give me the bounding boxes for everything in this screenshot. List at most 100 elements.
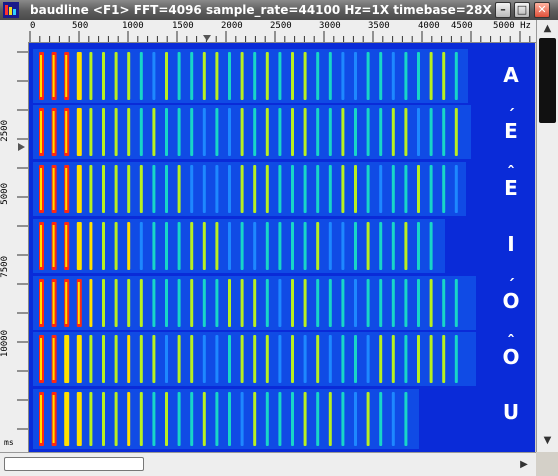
harmonic-line bbox=[190, 52, 194, 100]
harmonic-core bbox=[65, 111, 68, 153]
harmonic-line bbox=[328, 165, 332, 213]
harmonic-line bbox=[215, 335, 219, 383]
harmonic-line bbox=[190, 279, 194, 327]
harmonic-line bbox=[404, 222, 408, 270]
harmonic-line bbox=[429, 222, 433, 270]
harmonic-line bbox=[303, 222, 307, 270]
harmonic-line bbox=[253, 279, 257, 327]
harmonic-line bbox=[278, 222, 282, 270]
harmonic-line bbox=[429, 52, 433, 100]
vowel-letter: U bbox=[502, 400, 520, 424]
time-ruler[interactable]: 2500 5000 7500 10000 ms bbox=[0, 42, 29, 452]
harmonic-line bbox=[215, 222, 219, 270]
harmonic-line bbox=[417, 279, 420, 327]
harmonic-core bbox=[77, 225, 80, 267]
harmonic-line bbox=[303, 52, 307, 100]
harmonic-core bbox=[65, 395, 68, 443]
harmonic-line bbox=[102, 335, 105, 383]
harmonic-line bbox=[215, 52, 219, 100]
vertical-scrollbar[interactable]: ▲ ▼ bbox=[536, 20, 558, 452]
harmonic-line bbox=[366, 335, 370, 383]
harmonic-line bbox=[278, 392, 282, 446]
harmonic-line bbox=[240, 165, 244, 213]
scrollbar-corner bbox=[536, 452, 558, 476]
harmonic-line bbox=[215, 108, 219, 156]
harmonic-line bbox=[265, 108, 269, 156]
harmonic-line bbox=[391, 335, 395, 383]
maximize-button[interactable]: □ bbox=[514, 2, 530, 18]
scroll-up-icon[interactable]: ▲ bbox=[540, 22, 555, 36]
harmonic-line bbox=[190, 222, 194, 270]
harmonic-line bbox=[379, 222, 383, 270]
harmonic-line bbox=[265, 279, 269, 327]
time-label-10000: 10000 bbox=[0, 330, 10, 358]
harmonic-line bbox=[442, 165, 446, 213]
scroll-down-icon[interactable]: ▼ bbox=[540, 434, 555, 448]
harmonic-line bbox=[240, 108, 244, 156]
harmonic-line bbox=[429, 165, 433, 213]
harmonic-line bbox=[127, 165, 131, 213]
harmonic-line bbox=[102, 52, 105, 100]
harmonic-line bbox=[215, 165, 219, 213]
harmonic-line bbox=[379, 279, 383, 327]
harmonic-line bbox=[291, 222, 294, 270]
harmonic-line bbox=[253, 222, 257, 270]
band-noise bbox=[33, 49, 468, 103]
harmonic-line bbox=[89, 222, 93, 270]
title-bar[interactable]: baudline <F1> FFT=4096 sample_rate=44100… bbox=[0, 0, 558, 20]
minimize-button[interactable]: – bbox=[495, 2, 511, 18]
freq-label-3000: 3000 bbox=[319, 21, 341, 31]
harmonic-core bbox=[40, 338, 42, 380]
harmonic-line bbox=[215, 279, 219, 327]
harmonic-line bbox=[454, 335, 458, 383]
harmonic-core bbox=[52, 282, 55, 324]
harmonic-line bbox=[177, 222, 181, 270]
harmonic-line bbox=[177, 165, 181, 213]
harmonic-line bbox=[417, 165, 420, 213]
vowel-accent-mark: ´ bbox=[507, 106, 515, 125]
harmonic-line bbox=[442, 108, 446, 156]
scroll-right-icon[interactable]: ▶ bbox=[516, 457, 532, 472]
harmonic-line bbox=[328, 108, 332, 156]
time-label-5000: 5000 bbox=[0, 183, 10, 205]
frequency-ruler[interactable]: 0 500 1000 1500 2000 2500 3000 3500 4000… bbox=[0, 20, 558, 43]
harmonic-line bbox=[240, 335, 244, 383]
horizontal-scrollbar[interactable]: ▶ bbox=[0, 452, 536, 476]
harmonic-line bbox=[127, 222, 131, 270]
harmonic-line bbox=[442, 335, 446, 383]
harmonic-line bbox=[328, 335, 332, 383]
band-noise bbox=[33, 219, 445, 273]
harmonic-line bbox=[291, 108, 294, 156]
horizontal-scroll-thumb[interactable] bbox=[4, 457, 144, 471]
harmonic-line bbox=[215, 392, 219, 446]
harmonic-line bbox=[177, 335, 181, 383]
harmonic-line bbox=[454, 279, 458, 327]
harmonic-line bbox=[89, 279, 93, 327]
freq-label-1500: 1500 bbox=[172, 21, 194, 31]
harmonic-line bbox=[152, 279, 156, 327]
vowel-label-a: A bbox=[497, 63, 525, 87]
harmonic-line bbox=[240, 52, 244, 100]
vertical-scroll-thumb[interactable] bbox=[539, 38, 556, 123]
freq-label-4500: 4500 bbox=[451, 21, 473, 31]
harmonic-line bbox=[165, 108, 168, 156]
harmonic-line bbox=[240, 392, 244, 446]
harmonic-line bbox=[429, 335, 433, 383]
harmonic-line bbox=[102, 165, 105, 213]
harmonic-line bbox=[228, 335, 231, 383]
harmonic-line bbox=[341, 108, 345, 156]
harmonic-core bbox=[52, 111, 55, 153]
close-button[interactable]: ✕ bbox=[534, 2, 550, 18]
harmonic-line bbox=[89, 392, 93, 446]
harmonic-core bbox=[77, 168, 80, 210]
harmonic-line bbox=[114, 165, 118, 213]
harmonic-line bbox=[417, 335, 420, 383]
harmonic-line bbox=[404, 392, 408, 446]
harmonic-line bbox=[316, 165, 320, 213]
spectrogram-display[interactable]: A E ´ Eˆ I O ´ Oˆ U bbox=[29, 43, 535, 452]
vowel-label-o-acute: O ´ bbox=[497, 276, 525, 313]
harmonic-line bbox=[228, 165, 231, 213]
harmonic-line bbox=[391, 222, 395, 270]
harmonic-line bbox=[265, 52, 269, 100]
harmonic-line bbox=[391, 108, 395, 156]
